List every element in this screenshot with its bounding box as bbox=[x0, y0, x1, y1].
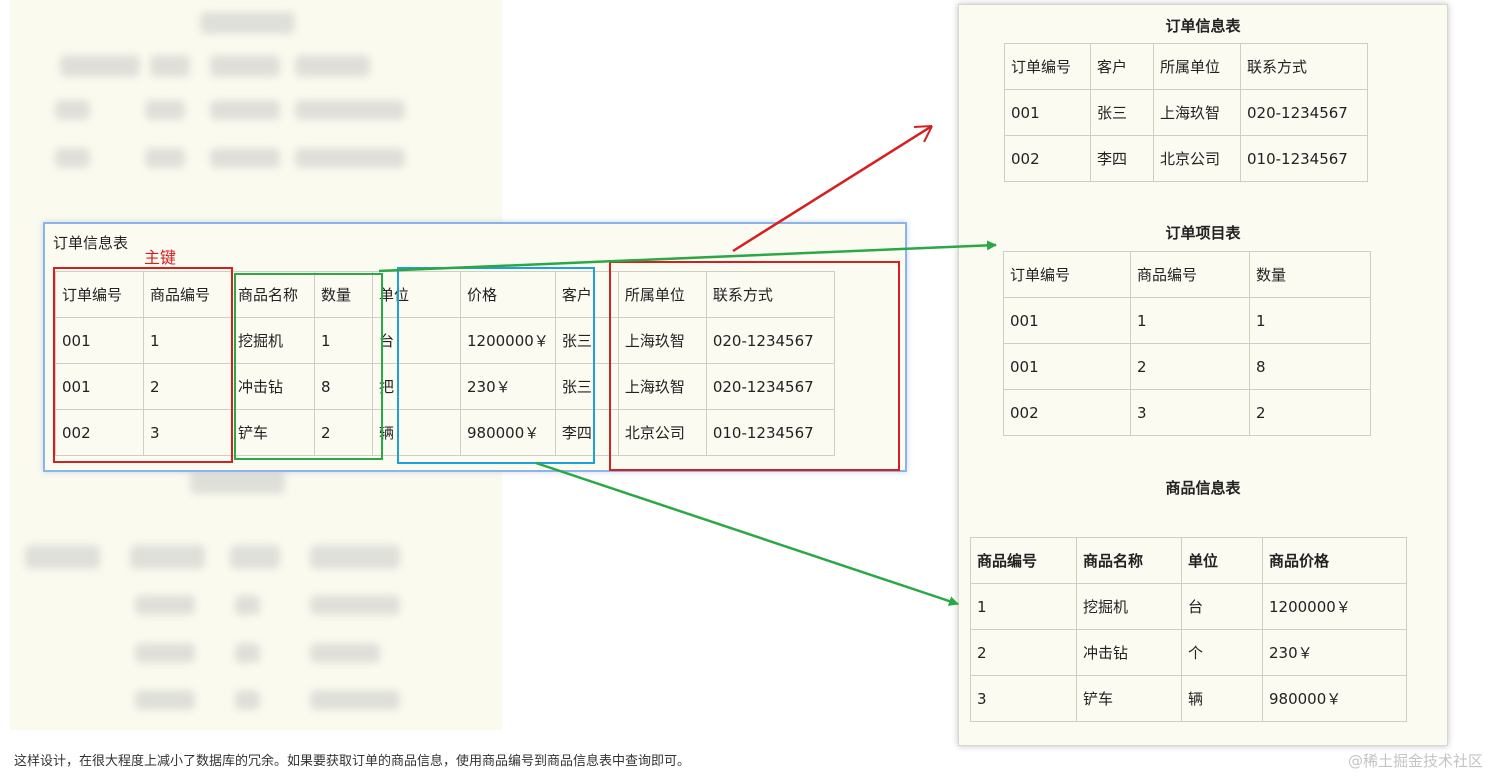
explanation-caption: 这样设计，在很大程度上减小了数据库的冗余。如果要获取订单的商品信息，使用商品编号… bbox=[14, 754, 691, 769]
mapping-arrows bbox=[378, 124, 997, 606]
green-arrow-to-order-items bbox=[378, 240, 997, 273]
site-watermark: @稀土掘金技术社区 bbox=[1347, 752, 1483, 770]
red-arrow-to-order-info bbox=[732, 124, 933, 253]
green-arrow-to-product-info bbox=[535, 461, 959, 606]
